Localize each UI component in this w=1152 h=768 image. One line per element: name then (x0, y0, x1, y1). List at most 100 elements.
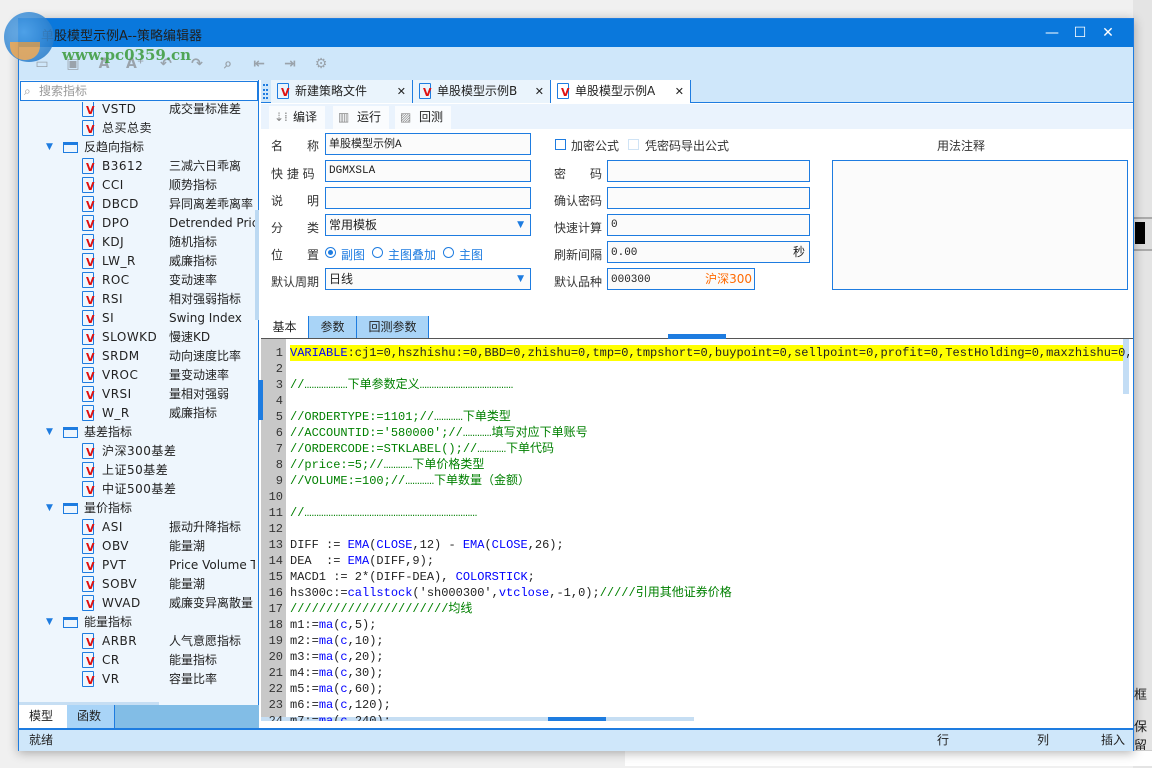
compile-button[interactable]: ⇣⁞ 编译 (269, 106, 326, 129)
save-all-icon[interactable]: ▣ (64, 55, 82, 73)
code-line[interactable]: 16 hs300c:=callstock('sh000300',vtclose,-… (261, 585, 1129, 601)
tree-item[interactable]: ASI 振动升降指标 (19, 518, 255, 537)
tree-item[interactable]: 沪深300基差 (19, 442, 255, 461)
tree-item[interactable]: CR 能量指标 (19, 651, 255, 670)
redo-icon[interactable]: ↷ (188, 55, 206, 73)
expand-arrow-icon[interactable]: ▼ (46, 138, 53, 157)
document-tab[interactable]: 新建策略文件 ✕ (271, 80, 413, 103)
radio-main-overlay-label[interactable]: 主图叠加 (388, 246, 436, 263)
category-select[interactable]: 常用模板 ▼ (325, 214, 531, 236)
save-icon[interactable]: ▭ (33, 55, 51, 73)
tree-item[interactable]: KDJ 随机指标 (19, 233, 255, 252)
notes-textarea[interactable] (832, 160, 1128, 290)
code-line[interactable]: 24 m7:=ma(c,240); (261, 713, 1129, 721)
code-line[interactable]: 7 //ORDERCODE:=STKLABEL();//…………下单代码 (261, 441, 1129, 457)
default-symbol-input[interactable]: 000300 沪深300 (607, 268, 755, 290)
tree-group[interactable]: ▼ 反趋向指标 (19, 138, 255, 157)
code-line[interactable]: 13 DIFF := EMA(CLOSE,12) - EMA(CLOSE,26); (261, 537, 1129, 553)
code-line[interactable]: 15 MACD1 := 2*(DIFF-DEA), COLORSTICK; (261, 569, 1129, 585)
code-editor[interactable]: 1 VARIABLE:cj1=0,hszhishu:=0,BBD=0,zhishu… (261, 339, 1129, 721)
password-input[interactable] (607, 160, 810, 182)
tree-item[interactable]: OBV 能量潮 (19, 537, 255, 556)
shortcut-input[interactable]: DGMXSLA (325, 160, 531, 182)
tree-item[interactable]: B3612 三减六日乖离 (19, 157, 255, 176)
tree-item[interactable]: 总买总卖 (19, 119, 255, 138)
tab-backtest-params[interactable]: 回测参数 (357, 316, 429, 338)
tree-item[interactable]: 上证50基差 (19, 461, 255, 480)
font-decrease-icon[interactable]: A (95, 55, 113, 73)
code-line[interactable]: 1 VARIABLE:cj1=0,hszhishu:=0,BBD=0,zhishu… (261, 345, 1129, 361)
tree-group[interactable]: ▼ 能量指标 (19, 613, 255, 632)
document-tab[interactable]: 单股模型示例A ✕ (551, 80, 691, 103)
code-line[interactable]: 3 //………………下单参数定义………………………………… (261, 377, 1129, 393)
close-button[interactable]: ✕ (1097, 23, 1119, 43)
tree-item[interactable]: LW_R 威廉指标 (19, 252, 255, 271)
code-line[interactable]: 8 //price:=5;//…………下单价格类型 (261, 457, 1129, 473)
tree-group[interactable]: ▼ 量价指标 (19, 499, 255, 518)
tree-item[interactable]: DBCD 异同离差乖离率 (19, 195, 255, 214)
radio-subchart-label[interactable]: 副图 (341, 246, 365, 263)
export-icon[interactable]: ⇥ (281, 55, 299, 73)
tree-item[interactable]: VROC 量变动速率 (19, 366, 255, 385)
tree-item[interactable]: SOBV 能量潮 (19, 575, 255, 594)
tree-item[interactable]: VRSI 量相对强弱 (19, 385, 255, 404)
code-line[interactable]: 2 (261, 361, 1129, 377)
tree-scrollbar[interactable] (255, 210, 259, 320)
tab-params[interactable]: 参数 (309, 316, 357, 338)
tree-item[interactable]: WVAD 威廉变异离散量 (19, 594, 255, 613)
description-input[interactable] (325, 187, 531, 209)
code-line[interactable]: 22 m5:=ma(c,60); (261, 681, 1129, 697)
code-line[interactable]: 9 //VOLUME:=100;//…………下单数量（金额） (261, 473, 1129, 489)
export-with-password-checkbox[interactable] (628, 139, 639, 150)
tree-item[interactable]: CCI 顺势指标 (19, 176, 255, 195)
period-select[interactable]: 日线 ▼ (325, 268, 531, 290)
maximize-button[interactable]: ☐ (1069, 23, 1091, 43)
confirm-password-input[interactable] (607, 187, 810, 209)
settings-icon[interactable]: ⚙ (312, 55, 330, 73)
tree-item[interactable]: SRDM 动向速度比率 (19, 347, 255, 366)
radio-main-label[interactable]: 主图 (459, 246, 483, 263)
code-line[interactable]: 12 (261, 521, 1129, 537)
refresh-interval-input[interactable]: 0.00 秒 (607, 241, 810, 263)
close-tab-icon[interactable]: ✕ (535, 80, 544, 103)
close-tab-icon[interactable]: ✕ (675, 80, 684, 103)
expand-arrow-icon[interactable]: ▼ (46, 423, 53, 442)
code-line[interactable]: 4 (261, 393, 1129, 409)
tabs-grip-icon[interactable] (263, 84, 268, 99)
find-icon[interactable]: ⌕ (219, 55, 237, 73)
document-tab[interactable]: 单股模型示例B ✕ (413, 80, 551, 103)
code-line[interactable]: 14 DEA := EMA(DIFF,9); (261, 553, 1129, 569)
code-line[interactable]: 23 m6:=ma(c,120); (261, 697, 1129, 713)
run-button[interactable]: ▥ 运行 (333, 106, 390, 129)
tree-item[interactable]: W_R 威廉指标 (19, 404, 255, 423)
search-input[interactable]: ⌕ 搜索指标 (20, 81, 258, 101)
tree-item[interactable]: PVT Price Volume Tr (19, 556, 255, 575)
radio-subchart[interactable] (325, 247, 336, 258)
expand-arrow-icon[interactable]: ▼ (46, 499, 53, 518)
code-line[interactable]: 6 //ACCOUNTID:='580000';//…………填写对应下单账号 (261, 425, 1129, 441)
title-bar[interactable]: 单股模型示例A--策略编辑器 — ☐ ✕ (19, 19, 1133, 47)
code-line[interactable]: 5 //ORDERTYPE:=1101;//…………下单类型 (261, 409, 1129, 425)
encrypt-checkbox[interactable] (555, 139, 566, 150)
code-line[interactable]: 21 m4:=ma(c,30); (261, 665, 1129, 681)
tree-item[interactable]: SI Swing Index (19, 309, 255, 328)
code-line[interactable]: 20 m3:=ma(c,20); (261, 649, 1129, 665)
backtest-button[interactable]: ▨ 回测 (395, 106, 452, 129)
font-increase-icon[interactable]: A⁺ (126, 55, 144, 73)
tree-item[interactable]: ROC 变动速率 (19, 271, 255, 290)
tree-item[interactable]: RSI 相对强弱指标 (19, 290, 255, 309)
name-input[interactable]: 单股模型示例A (325, 133, 531, 155)
tree-item[interactable]: SLOWKD 慢速KD (19, 328, 255, 347)
radio-main-overlay[interactable] (372, 247, 383, 258)
minimize-button[interactable]: — (1041, 23, 1063, 43)
code-line[interactable]: 18 m1:=ma(c,5); (261, 617, 1129, 633)
tab-model[interactable]: 模型 (19, 705, 67, 728)
radio-main[interactable] (443, 247, 454, 258)
expand-arrow-icon[interactable]: ▼ (46, 613, 53, 632)
tree-item[interactable]: ARBR 人气意愿指标 (19, 632, 255, 651)
import-icon[interactable]: ⇤ (250, 55, 268, 73)
tab-basic[interactable]: 基本 (261, 316, 309, 338)
close-tab-icon[interactable]: ✕ (397, 80, 406, 103)
undo-icon[interactable]: ↶ (157, 55, 175, 73)
tree-item[interactable]: DPO Detrended Price (19, 214, 255, 233)
